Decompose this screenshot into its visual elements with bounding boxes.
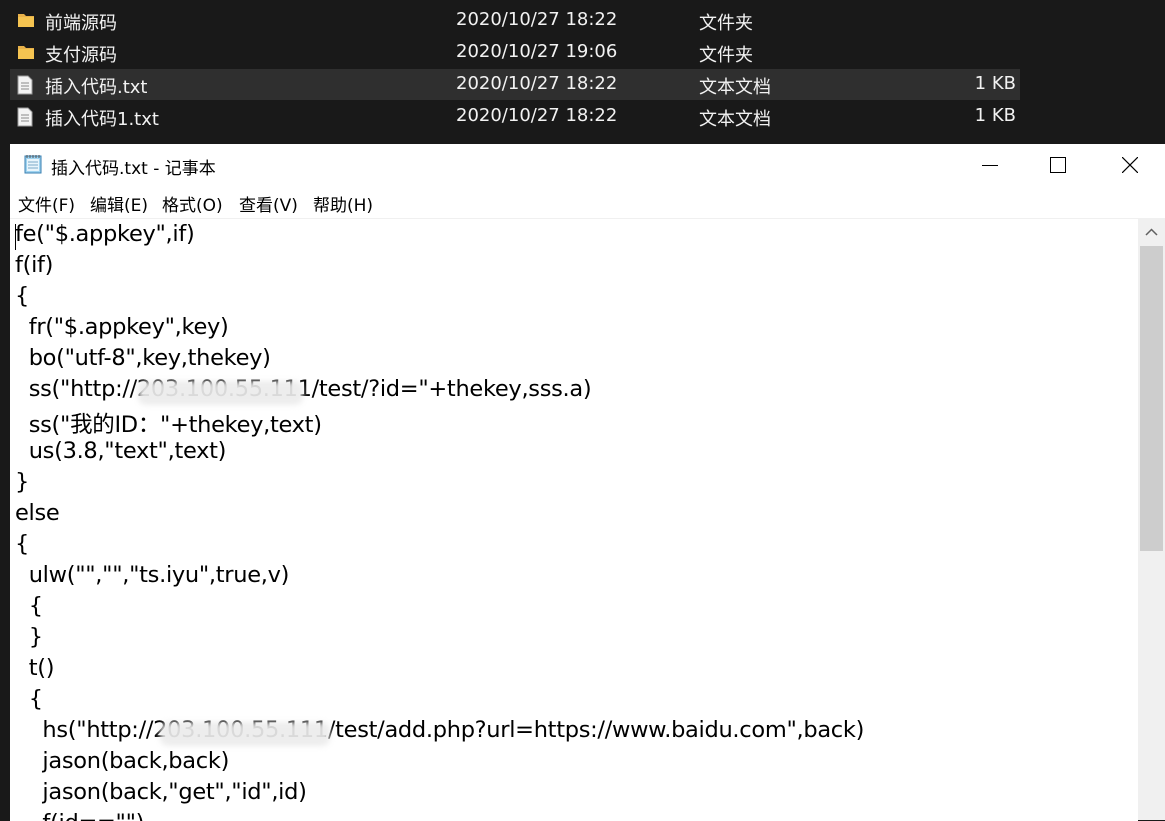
code-line: fr("$.appkey",key) — [15, 314, 229, 340]
code-line: ss("我的ID："+thekey,text) — [15, 412, 322, 438]
file-name: 插入代码.txt — [45, 77, 148, 98]
code-line: { — [15, 593, 43, 619]
redaction-blur — [160, 722, 330, 746]
minimize-button[interactable] — [955, 144, 1025, 186]
close-button[interactable] — [1095, 144, 1165, 186]
code-line: us(3.8,"text",text) — [15, 438, 227, 464]
file-row-payment-source[interactable]: 支付源码 2020/10/27 19:06 文件夹 — [10, 37, 1020, 68]
file-row-insert-code1-txt[interactable]: 插入代码1.txt 2020/10/27 18:22 文本文档 1 KB — [10, 101, 1020, 132]
code-line: { — [15, 686, 43, 712]
menu-view[interactable]: 查看(V) — [239, 191, 298, 216]
menu-help[interactable]: 帮助(H) — [313, 191, 373, 216]
file-type: 文件夹 — [699, 45, 753, 66]
file-explorer-list: 前端源码 2020/10/27 18:22 文件夹 支付源码 2020/10/2… — [0, 0, 1165, 144]
file-date: 2020/10/27 18:22 — [456, 73, 618, 94]
code-line: fe("$.appkey",if) — [15, 221, 195, 247]
code-line: } — [15, 624, 43, 650]
notepad-window: 插入代码.txt - 记事本 文件(F) 编辑(E) 格式(O) 查看(V) 帮… — [10, 144, 1165, 821]
code-line: } — [15, 469, 30, 495]
scroll-up-button[interactable] — [1138, 218, 1165, 246]
file-name: 插入代码1.txt — [45, 109, 159, 130]
text-editor[interactable]: fe("$.appkey",if) f(if) { fr("$.appkey",… — [10, 218, 1138, 821]
file-size: 1 KB — [974, 73, 1016, 94]
code-line: f(if) — [15, 252, 54, 278]
file-date: 2020/10/27 19:06 — [456, 41, 618, 62]
vertical-scrollbar[interactable] — [1138, 218, 1165, 820]
file-type: 文本文档 — [699, 77, 771, 98]
folder-icon — [17, 11, 35, 31]
maximize-icon — [1050, 157, 1066, 173]
redaction-blur — [138, 381, 303, 405]
file-type: 文件夹 — [699, 13, 753, 34]
menu-file[interactable]: 文件(F) — [18, 191, 75, 216]
code-line: { — [15, 283, 30, 309]
code-line: hs("http://203.100.55.111/test/add.php?u… — [15, 717, 865, 743]
text-document-icon — [17, 75, 35, 95]
maximize-button[interactable] — [1023, 144, 1093, 186]
menu-format[interactable]: 格式(O) — [162, 191, 223, 216]
code-line: bo("utf-8",key,thekey) — [15, 345, 271, 371]
file-date: 2020/10/27 18:22 — [456, 9, 618, 30]
code-line: else — [15, 500, 60, 526]
code-line: ulw("","","ts.iyu",true,v) — [15, 562, 290, 588]
window-title: 插入代码.txt - 记事本 — [51, 159, 216, 179]
code-line: ss("http://203.100.55.111/test/?id="+the… — [15, 376, 592, 402]
code-line: jason(back,back) — [15, 748, 230, 774]
text-document-icon — [17, 107, 35, 127]
folder-icon — [17, 43, 35, 63]
menu-edit[interactable]: 编辑(E) — [90, 191, 148, 216]
minimize-icon — [982, 165, 998, 166]
scrollbar-thumb[interactable] — [1140, 246, 1163, 551]
code-line: jason(back,"get","id",id) — [15, 779, 307, 805]
code-line: f(id=="") — [15, 810, 144, 821]
file-row-insert-code-txt[interactable]: 插入代码.txt 2020/10/27 18:22 文本文档 1 KB — [10, 69, 1020, 100]
notepad-icon — [22, 153, 44, 175]
code-line: { — [15, 531, 30, 557]
code-line: t() — [15, 655, 55, 681]
file-name: 支付源码 — [45, 45, 117, 66]
chevron-up-icon — [1145, 228, 1158, 236]
close-icon — [1122, 157, 1138, 173]
file-name: 前端源码 — [45, 13, 117, 34]
title-bar[interactable]: 插入代码.txt - 记事本 — [10, 144, 1165, 186]
menu-bar: 文件(F) 编辑(E) 格式(O) 查看(V) 帮助(H) — [10, 186, 1165, 218]
file-size: 1 KB — [974, 105, 1016, 126]
file-row-frontend-source[interactable]: 前端源码 2020/10/27 18:22 文件夹 — [10, 5, 1020, 36]
file-date: 2020/10/27 18:22 — [456, 105, 618, 126]
file-type: 文本文档 — [699, 109, 771, 130]
